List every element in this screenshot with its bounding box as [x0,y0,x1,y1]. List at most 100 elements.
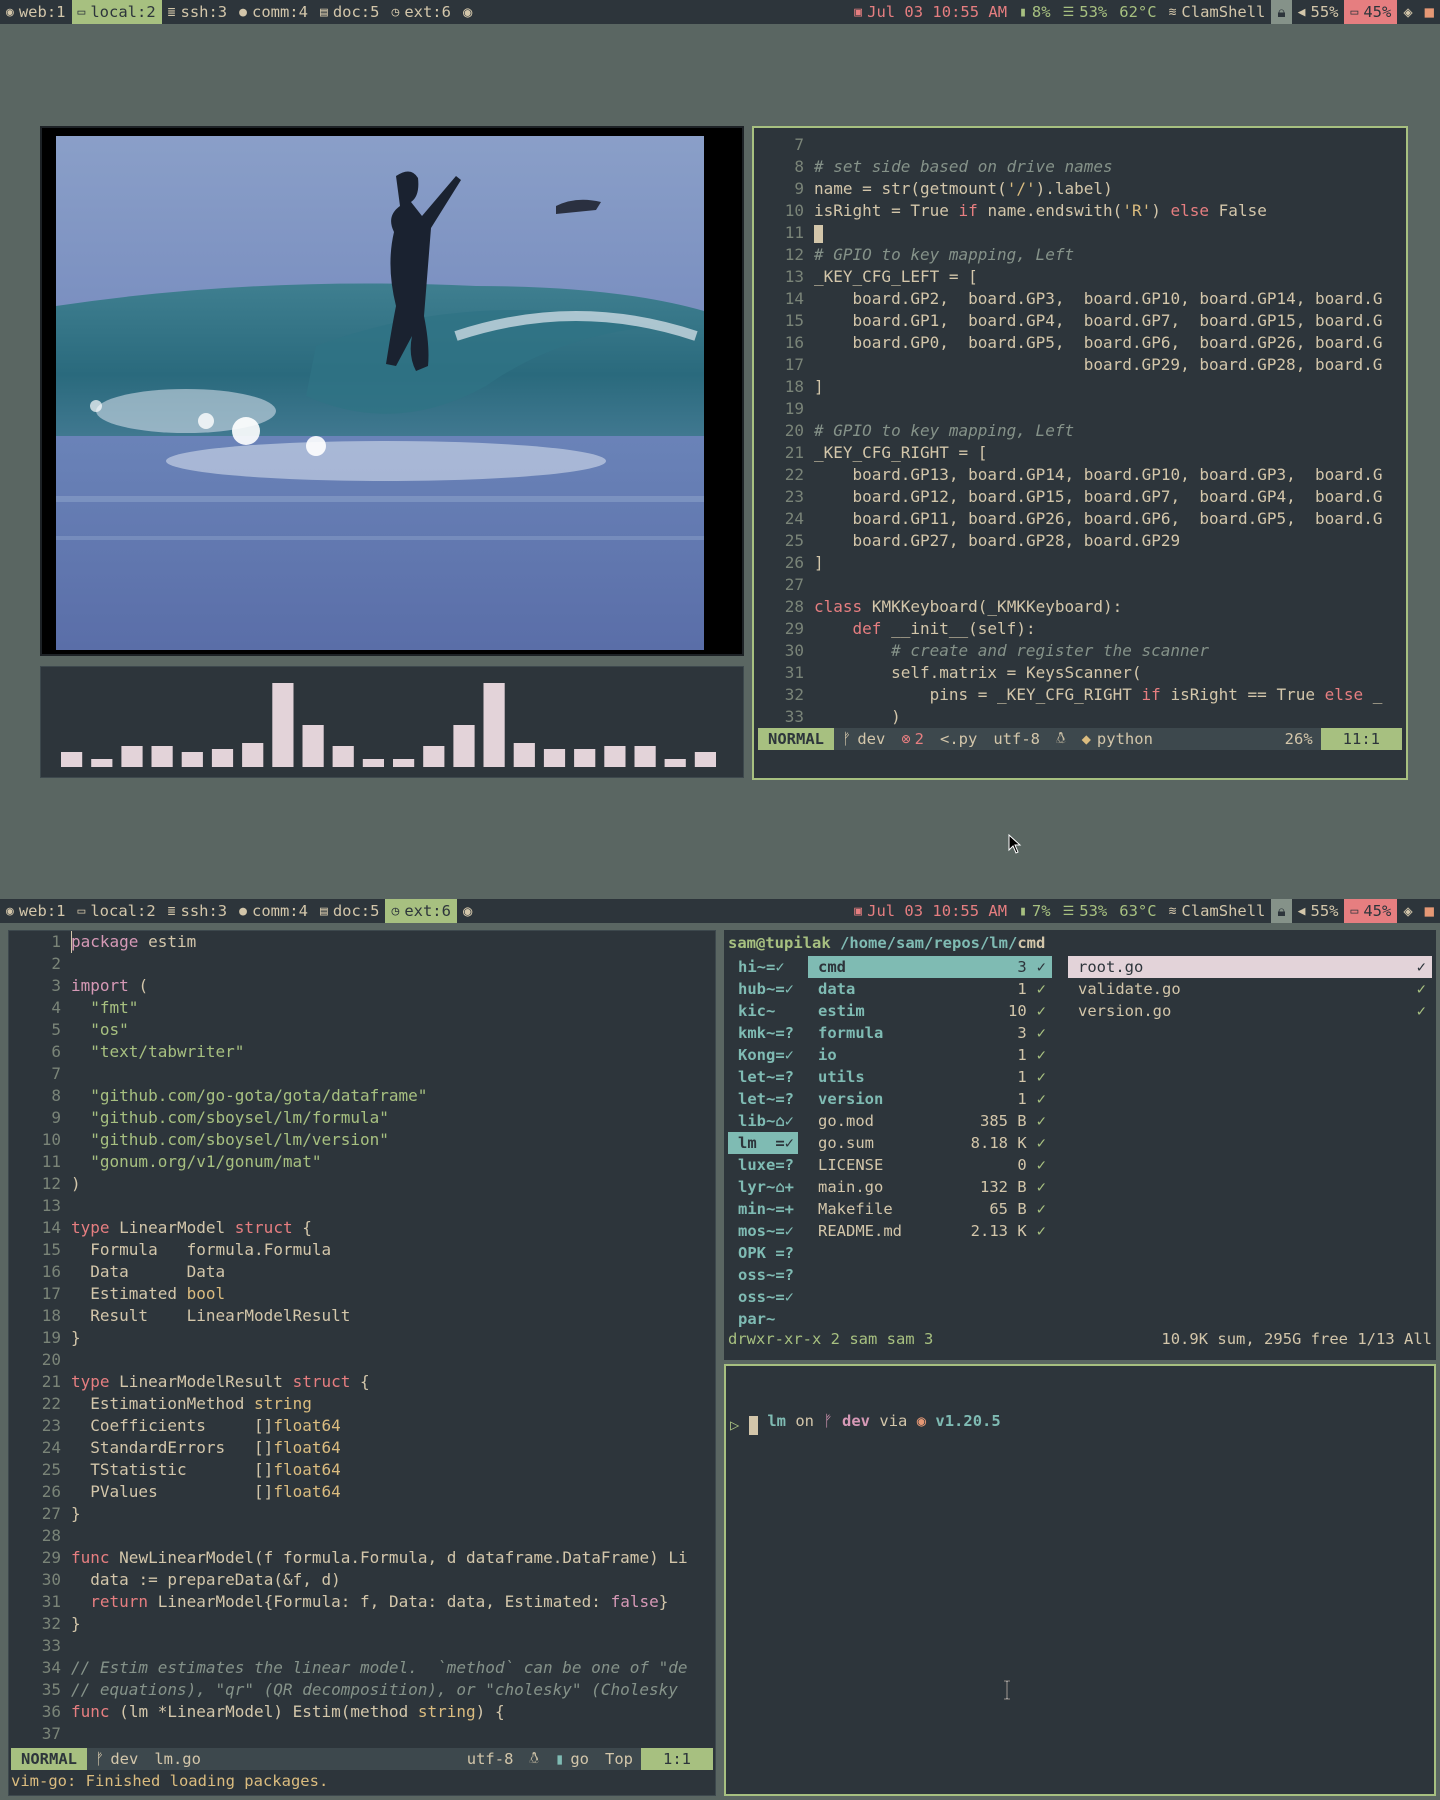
code-line[interactable]: 20 # GPIO to key mapping, Left [754,420,1406,442]
code-line[interactable]: 19} [9,1327,715,1349]
video-player[interactable] [40,126,744,656]
fm-parent-item[interactable]: oss~=? [728,1264,798,1286]
code-line[interactable]: 20 [9,1349,715,1371]
code-line[interactable]: 18] [754,376,1406,398]
code-line[interactable]: 12 # GPIO to key mapping, Left [754,244,1406,266]
code-line[interactable]: 2 [9,953,715,975]
fm-file-item[interactable]: utils 1 ✓ [808,1066,1052,1088]
code-line[interactable]: 33 [9,1635,715,1657]
code-line[interactable]: 27} [9,1503,715,1525]
fm-preview-item[interactable]: validate.go ✓ [1068,978,1432,1000]
fm-file-item[interactable]: version 1 ✓ [808,1088,1052,1110]
code-line[interactable]: 37 [9,1723,715,1745]
fm-parent-item[interactable]: lm =✓ [728,1132,798,1154]
fm-file-item[interactable]: Makefile 65 B ✓ [808,1198,1052,1220]
lock-icon[interactable]: 🔒︎ [1271,0,1292,24]
workspace-ssh-3[interactable]: ≣ ssh:3 [162,899,234,923]
code-line[interactable]: 27 [754,574,1406,596]
fm-parent-item[interactable]: lib~⌂✓ [728,1110,798,1132]
fm-file-item[interactable]: io 1 ✓ [808,1044,1052,1066]
workspace-web-1[interactable]: ◉ web:1 [0,899,72,923]
workspace-doc-5[interactable]: ▤ doc:5 [314,899,386,923]
fm-current-column[interactable]: cmd 3 ✓ data 1 ✓ estim 10 ✓ formula 3 ✓ io 1 ✓ utils 1 ✓ v… [808,956,1052,1242]
fm-parent-item[interactable]: let~=? [728,1088,798,1110]
code-line[interactable]: 36 func (lm *LinearModel) Estim(method st… [9,1701,715,1723]
fm-file-item[interactable]: README.md 2.13 K ✓ [808,1220,1052,1242]
code-line[interactable]: 6 "text/tabwriter" [9,1041,715,1063]
fm-parent-item[interactable]: kic~ [728,1000,798,1022]
fm-parent-column[interactable]: hi~=✓ hub~=✓ kic~ kmk~=? Kong=✓ let~=? let~=? l… [728,956,798,1330]
workspace-ext-6[interactable]: ◷ ext:6 [385,899,457,923]
code-line[interactable]: 23 Coefficients []float64 [9,1415,715,1437]
code-line[interactable]: 15 board.GP1, board.GP4, board.GP7, boar… [754,310,1406,332]
code-line[interactable]: 13 _KEY_CFG_LEFT = [ [754,266,1406,288]
fm-parent-item[interactable]: par~ [728,1308,798,1330]
fm-parent-item[interactable]: kmk~=? [728,1022,798,1044]
code-line[interactable]: 24 board.GP11, board.GP26, board.GP6, bo… [754,508,1406,530]
code-line[interactable]: 7 [9,1063,715,1085]
shell-input-line[interactable]: ▷ [730,1416,758,1435]
code-line[interactable]: 11 [754,222,1406,244]
discord-icon[interactable]: ◈ [1397,899,1418,923]
code-line[interactable]: 28 [9,1525,715,1547]
go-editor[interactable]: 1 package estim 2 3 import (4 "fmt" 5 "os" 6 "… [8,930,716,1796]
code-line[interactable]: 22 EstimationMethod string [9,1393,715,1415]
fm-preview-item[interactable]: root.go ✓ [1068,956,1432,978]
terminal[interactable]: lm on ᚠ dev via ◉ v1.20.5 ▷ [724,1364,1436,1796]
code-line[interactable]: 35 // equations), "qr" (QR decomposition)… [9,1679,715,1701]
code-line[interactable]: 14 type LinearModel struct { [9,1217,715,1239]
code-line[interactable]: 25 TStatistic []float64 [9,1459,715,1481]
fm-parent-item[interactable]: min~=+ [728,1198,798,1220]
code-line[interactable]: 15 Formula formula.Formula [9,1239,715,1261]
fm-file-item[interactable]: LICENSE 0 ✓ [808,1154,1052,1176]
fm-parent-item[interactable]: let~=? [728,1066,798,1088]
python-editor[interactable]: 7 8 # set side based on drive names 9 name =… [752,126,1408,780]
code-line[interactable]: 30 data := prepareData(&f, d) [9,1569,715,1591]
code-line[interactable]: 10 "github.com/sboysel/lm/version" [9,1129,715,1151]
fm-parent-item[interactable]: OPK =? [728,1242,798,1264]
code-line[interactable]: 9 "github.com/sboysel/lm/formula" [9,1107,715,1129]
code-line[interactable]: 32 pins = _KEY_CFG_RIGHT if isRight == T… [754,684,1406,706]
code-line[interactable]: 8 # set side based on drive names [754,156,1406,178]
fm-file-item[interactable]: main.go 132 B ✓ [808,1176,1052,1198]
fm-parent-item[interactable]: luxe=? [728,1154,798,1176]
code-line[interactable]: 18 Result LinearModelResult [9,1305,715,1327]
fm-parent-item[interactable]: hub~=✓ [728,978,798,1000]
workspace-ext-6[interactable]: ◷ ext:6 [385,0,457,24]
code-line[interactable]: 5 "os" [9,1019,715,1041]
workspace-web-1[interactable]: ◉ web:1 [0,0,72,24]
code-line[interactable]: 24 StandardErrors []float64 [9,1437,715,1459]
code-line[interactable]: 28 class KMKKeyboard(_KMKKeyboard): [754,596,1406,618]
code-line[interactable]: 3 import ( [9,975,715,997]
code-line[interactable]: 33 ) [754,706,1406,728]
code-line[interactable]: 16 board.GP0, board.GP5, board.GP6, boar… [754,332,1406,354]
workspace-doc-5[interactable]: ▤ doc:5 [314,0,386,24]
fm-parent-item[interactable]: oss~=✓ [728,1286,798,1308]
code-line[interactable]: 31 return LinearModel{Formula: f, Data: … [9,1591,715,1613]
code-line[interactable]: 23 board.GP12, board.GP15, board.GP7, bo… [754,486,1406,508]
fm-parent-item[interactable]: hi~=✓ [728,956,798,978]
fm-file-item[interactable]: cmd 3 ✓ [808,956,1052,978]
fm-parent-item[interactable]: lyr~⌂+ [728,1176,798,1198]
lock-icon[interactable]: 🔒︎ [1271,899,1292,923]
workspace-local-2[interactable]: ▭ local:2 [71,0,162,24]
code-line[interactable]: 13 [9,1195,715,1217]
workspace-ssh-3[interactable]: ≣ ssh:3 [162,0,234,24]
code-line[interactable]: 10 isRight = True if name.endswith('R') e… [754,200,1406,222]
code-line[interactable]: 32} [9,1613,715,1635]
code-line[interactable]: 14 board.GP2, board.GP3, board.GP10, boa… [754,288,1406,310]
workspace-comm-4[interactable]: ● comm:4 [233,899,314,923]
code-line[interactable]: 17 board.GP29, board.GP28, board.G [754,354,1406,376]
code-line[interactable]: 11 "gonum.org/v1/gonum/mat" [9,1151,715,1173]
code-line[interactable]: 21 _KEY_CFG_RIGHT = [ [754,442,1406,464]
code-line[interactable]: 12) [9,1173,715,1195]
code-line[interactable]: 30 # create and register the scanner [754,640,1406,662]
code-line[interactable]: 8 "github.com/go-gota/gota/dataframe" [9,1085,715,1107]
status-volume[interactable]: ◀ 55% [1292,899,1345,923]
code-line[interactable]: 22 board.GP13, board.GP14, board.GP10, b… [754,464,1406,486]
code-line[interactable]: 26] [754,552,1406,574]
code-line[interactable]: 25 board.GP27, board.GP28, board.GP29 [754,530,1406,552]
eye-icon[interactable]: ◉ [457,899,478,923]
code-line[interactable]: 26 PValues []float64 [9,1481,715,1503]
fm-preview-column[interactable]: root.go ✓ validate.go ✓ version.go ✓ [1068,956,1432,1022]
